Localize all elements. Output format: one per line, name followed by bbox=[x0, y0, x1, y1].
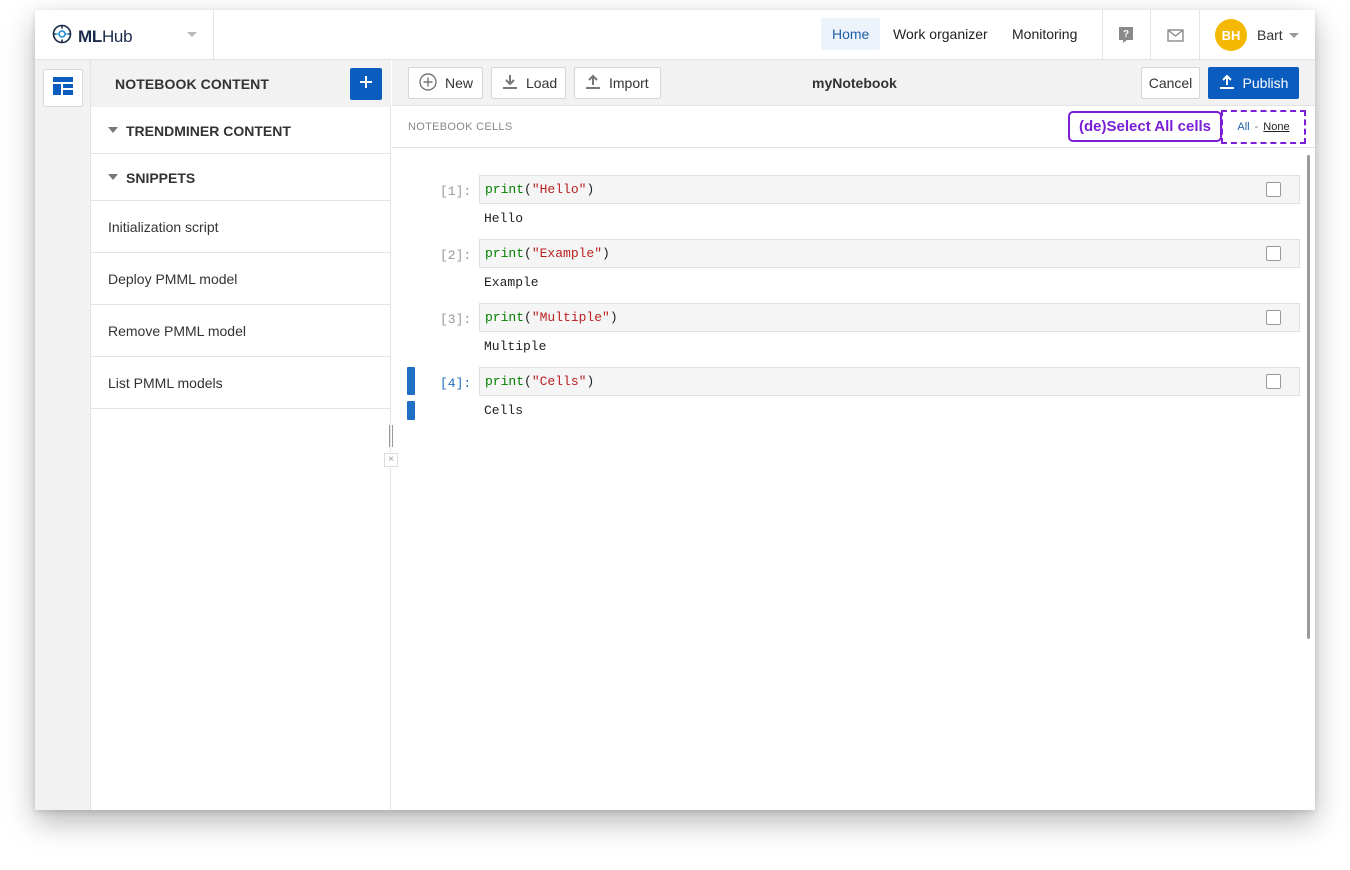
notebook-toolbar: New Load Import myNotebook Cancel Publis… bbox=[392, 60, 1315, 106]
snippet-item[interactable]: Deploy PMML model bbox=[91, 253, 391, 305]
nav-work-organizer[interactable]: Work organizer bbox=[882, 18, 999, 50]
caret-down-icon bbox=[108, 174, 118, 180]
cells-list: [1]: print("Hello") Hello [2]: print("Ex… bbox=[392, 149, 1315, 810]
publish-button[interactable]: Publish bbox=[1208, 67, 1299, 99]
divider bbox=[1102, 10, 1103, 60]
cell-code: print("Cells") bbox=[485, 374, 595, 389]
cell-output-marker bbox=[407, 401, 415, 420]
cell-select-checkbox[interactable] bbox=[1266, 246, 1281, 261]
cell-input[interactable]: print("Hello") bbox=[479, 175, 1300, 204]
select-all-none: All - None bbox=[1221, 110, 1306, 144]
cell-code: print("Hello") bbox=[485, 182, 595, 197]
notebook-cell[interactable]: [2]: print("Example") Example bbox=[392, 239, 1302, 295]
cell-input[interactable]: print("Cells") bbox=[479, 367, 1300, 396]
cell-prompt: [1]: bbox=[440, 184, 472, 199]
sidebar-header: NOTEBOOK CONTENT bbox=[91, 60, 391, 107]
nav-home[interactable]: Home bbox=[821, 18, 881, 50]
upload-icon bbox=[585, 74, 601, 93]
avatar[interactable]: BH bbox=[1215, 19, 1247, 51]
new-button[interactable]: New bbox=[408, 67, 483, 99]
notebook-cell[interactable]: [3]: print("Multiple") Multiple bbox=[392, 303, 1302, 359]
snippet-label: Deploy PMML model bbox=[108, 271, 238, 287]
mail-icon[interactable] bbox=[1165, 25, 1185, 45]
nav-monitoring[interactable]: Monitoring bbox=[1001, 18, 1088, 50]
notebook-cell[interactable]: [1]: print("Hello") Hello bbox=[392, 175, 1302, 231]
snippet-item[interactable]: List PMML models bbox=[91, 357, 391, 409]
cell-input-marker bbox=[407, 367, 415, 395]
user-menu-caret-icon[interactable] bbox=[1289, 33, 1299, 38]
cells-header: NOTEBOOK CELLS (de)Select All cells All … bbox=[392, 106, 1315, 148]
cells-scrollbar[interactable] bbox=[1307, 155, 1310, 639]
download-icon bbox=[502, 74, 518, 93]
snippet-label: List PMML models bbox=[108, 375, 223, 391]
caret-down-icon bbox=[108, 127, 118, 133]
divider bbox=[1199, 10, 1200, 60]
cell-prompt: [4]: bbox=[440, 376, 472, 391]
cancel-button[interactable]: Cancel bbox=[1141, 67, 1200, 99]
section-label: SNIPPETS bbox=[126, 170, 196, 186]
top-bar: MLHub Home Work organizer Monitoring ? B… bbox=[35, 10, 1315, 60]
sidebar-title: NOTEBOOK CONTENT bbox=[115, 76, 270, 92]
section-trendminer-content[interactable]: TRENDMINER CONTENT bbox=[91, 107, 391, 154]
import-button[interactable]: Import bbox=[574, 67, 661, 99]
cells-header-label: NOTEBOOK CELLS bbox=[408, 121, 513, 133]
notebook-content-sidebar: NOTEBOOK CONTENT TRENDMINER CONTENT SNIP… bbox=[91, 60, 391, 810]
cell-output: Multiple bbox=[484, 339, 547, 354]
select-none-link[interactable]: None bbox=[1263, 121, 1289, 133]
divider bbox=[213, 10, 214, 60]
cell-output: Cells bbox=[484, 403, 524, 418]
layout-icon bbox=[53, 76, 73, 100]
cell-select-checkbox[interactable] bbox=[1266, 182, 1281, 197]
load-button[interactable]: Load bbox=[491, 67, 566, 99]
user-name[interactable]: Bart bbox=[1257, 27, 1283, 43]
cell-prompt: [2]: bbox=[440, 248, 472, 263]
import-label: Import bbox=[609, 75, 649, 91]
section-label: TRENDMINER CONTENT bbox=[126, 123, 291, 139]
logo-text: MLHub bbox=[78, 26, 133, 46]
cell-output: Hello bbox=[484, 211, 524, 226]
add-content-button[interactable] bbox=[350, 68, 382, 100]
select-all-link[interactable]: All bbox=[1237, 121, 1249, 133]
snippet-item[interactable]: Initialization script bbox=[91, 201, 391, 253]
left-rail bbox=[35, 60, 91, 810]
cell-code: print("Multiple") bbox=[485, 310, 618, 325]
snippet-item[interactable]: Remove PMML model bbox=[91, 305, 391, 357]
divider bbox=[1150, 10, 1151, 60]
cell-select-checkbox[interactable] bbox=[1266, 374, 1281, 389]
notebook-content-toggle[interactable] bbox=[43, 69, 83, 107]
snippet-label: Remove PMML model bbox=[108, 323, 246, 339]
publish-label: Publish bbox=[1242, 75, 1289, 91]
cell-input[interactable]: print("Multiple") bbox=[479, 303, 1300, 332]
section-snippets[interactable]: SNIPPETS bbox=[91, 154, 391, 201]
cell-code: print("Example") bbox=[485, 246, 610, 261]
cell-select-checkbox[interactable] bbox=[1266, 310, 1281, 325]
new-label: New bbox=[445, 75, 474, 91]
cell-prompt: [3]: bbox=[440, 312, 472, 327]
app-window: MLHub Home Work organizer Monitoring ? B… bbox=[35, 10, 1315, 810]
select-separator: - bbox=[1254, 121, 1259, 133]
cell-output: Example bbox=[484, 275, 539, 290]
brain-gear-icon bbox=[50, 23, 74, 50]
notebook-cell-active[interactable]: [4]: print("Cells") Cells bbox=[392, 367, 1302, 423]
load-label: Load bbox=[526, 75, 558, 91]
help-icon[interactable]: ? bbox=[1116, 25, 1136, 45]
plus-icon bbox=[360, 75, 372, 93]
notebook-title[interactable]: myNotebook bbox=[812, 75, 897, 91]
app-switcher-caret-icon[interactable] bbox=[187, 32, 197, 37]
notebook-editor: New Load Import myNotebook Cancel Publis… bbox=[392, 60, 1315, 810]
select-all-callout: (de)Select All cells bbox=[1068, 111, 1222, 142]
upload-icon bbox=[1219, 74, 1235, 93]
app-logo[interactable]: MLHub bbox=[50, 23, 133, 50]
svg-text:?: ? bbox=[1123, 29, 1129, 40]
plus-circle-icon bbox=[419, 72, 437, 94]
cell-input[interactable]: print("Example") bbox=[479, 239, 1300, 268]
snippet-label: Initialization script bbox=[108, 219, 219, 235]
